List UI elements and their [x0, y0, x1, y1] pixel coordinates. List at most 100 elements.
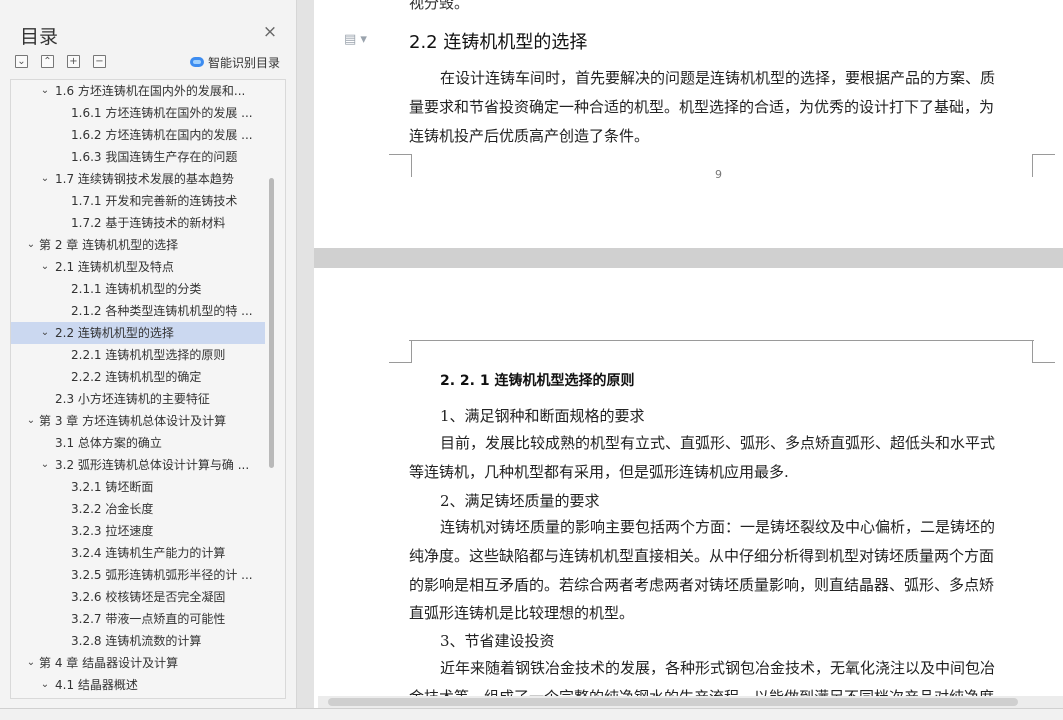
toc-item[interactable]: 1.6.3 我国连铸生产存在的问题	[11, 146, 265, 168]
toc-item-label: 3.2.8 连铸机流数的计算	[71, 634, 202, 648]
toc-item[interactable]: 3.2.6 校核铸坯是否完全凝固	[11, 586, 265, 608]
close-icon[interactable]: ×	[262, 24, 278, 41]
p1-line-2: 等连铸机，几种机型都有采用，但是弧形连铸机应用最多.	[409, 463, 789, 481]
intro-line-3: 连铸机投产后优质高产创造了条件。	[409, 127, 650, 145]
toc-item[interactable]: ⌄ 第 3 章 方坯连铸机总体设计及计算	[11, 410, 265, 432]
toc-item[interactable]: ⌄ 3.2 弧形连铸机总体设计计算与确 ...	[11, 454, 265, 476]
principle-1: 1、满足钢种和断面规格的要求	[440, 407, 645, 425]
toc-item-label: 3.2.1 铸坯断面	[71, 480, 154, 494]
toc-item-label: 1.7.1 开发和完善新的连铸技术	[71, 194, 238, 208]
toc-item-label: 4.1 结晶器概述	[55, 678, 138, 692]
p2-line-4: 直弧形连铸机是比较理想的机型。	[409, 604, 635, 622]
chevron-down-icon[interactable]: ⌄	[25, 410, 37, 432]
toc-item[interactable]: ⌄ 4.1 结晶器概述	[11, 674, 265, 696]
toc-item[interactable]: ⌄ 1.7 连续铸钢技术发展的基本趋势	[11, 168, 265, 190]
toc-item-label: 3.2.7 带液一点矫直的可能性	[71, 612, 226, 626]
toc-item[interactable]: ⌄ 第 4 章 结晶器设计及计算	[11, 652, 265, 674]
horizontal-scroll-thumb[interactable]	[328, 698, 1018, 706]
toc-item-label: 2.1 连铸机机型及特点	[55, 260, 174, 274]
word-processor-window: 目录 × ⌄ ⌃ + − 智能识别目录 ⌄ 1.6 方坯连铸机在国内外的发展和..…	[0, 0, 1063, 720]
toc-item-label: 第 3 章 方坯连铸机总体设计及计算	[39, 414, 227, 428]
principle-2: 2、满足铸坯质量的要求	[440, 492, 600, 510]
toc-item[interactable]: 3.1 总体方案的确立	[11, 432, 265, 454]
remove-heading-icon[interactable]: −	[93, 55, 106, 68]
margin-corner	[389, 154, 412, 177]
toc-item-label: 3.2.6 校核铸坯是否完全凝固	[71, 590, 226, 604]
toc-item[interactable]: 1.7.2 基于连铸技术的新材料	[11, 212, 265, 234]
toc-item[interactable]: 1.6.2 方坯连铸机在国内的发展 ...	[11, 124, 265, 146]
toc-item[interactable]: 2.2.2 连铸机机型的确定	[11, 366, 265, 388]
toc-item[interactable]: 3.2.2 冶金长度	[11, 498, 265, 520]
add-heading-icon[interactable]: +	[67, 55, 80, 68]
nav-title: 目录	[20, 26, 59, 48]
chevron-down-icon[interactable]: ⌄	[39, 256, 51, 278]
collapse-all-icon[interactable]: ⌃	[41, 55, 54, 68]
chevron-down-icon[interactable]: ⌄	[25, 234, 37, 256]
chevron-down-icon[interactable]: ⌄	[25, 652, 37, 674]
toc-item[interactable]: 2.1.1 连铸机机型的分类	[11, 278, 265, 300]
toc-item[interactable]: ⌄ 2.2 连铸机机型的选择	[11, 322, 265, 344]
toc-item[interactable]: 2.2.1 连铸机机型选择的原则	[11, 344, 265, 366]
toc-scroll-thumb[interactable]	[269, 178, 274, 468]
p1-line-1: 目前，发展比较成熟的机型有立式、直弧形、弧形、多点矫直弧形、超低头和水平式	[440, 434, 996, 452]
toc-item[interactable]: 3.2.1 铸坯断面	[11, 476, 265, 498]
toc-item-label: 2.2 连铸机机型的选择	[55, 326, 174, 340]
page-10	[314, 268, 1063, 720]
toc-item-label: 第 2 章 连铸机机型的选择	[39, 238, 179, 252]
toc-item[interactable]: 3.2.8 连铸机流数的计算	[11, 630, 265, 652]
page-number: 9	[715, 168, 722, 181]
toc-item[interactable]: 1.7.1 开发和完善新的连铸技术	[11, 190, 265, 212]
toc-item-label: 2.3 小方坯连铸机的主要特征	[55, 392, 210, 406]
toc-item[interactable]: 3.2.3 拉坯速度	[11, 520, 265, 542]
toc-item-label: 1.7.2 基于连铸技术的新材料	[71, 216, 226, 230]
intro-line-1: 在设计连铸车间时，首先要解决的问题是连铸机机型的选择，要根据产品的方案、质	[440, 69, 996, 87]
horizontal-scrollbar[interactable]	[318, 696, 1063, 708]
toc-item[interactable]: 1.6.1 方坯连铸机在国外的发展 ...	[11, 102, 265, 124]
chevron-down-icon[interactable]: ⌄	[39, 168, 51, 190]
chevron-down-icon[interactable]: ⌄	[39, 80, 51, 102]
toc-item-label: 3.2.3 拉坯速度	[71, 524, 154, 538]
previous-text-fragment: 视分毁。	[409, 0, 470, 12]
toc-item-label: 3.1 总体方案的确立	[55, 436, 162, 450]
chevron-down-icon[interactable]: ⌄	[39, 454, 51, 476]
toc-item[interactable]: 2.1.2 各种类型连铸机机型的特 ...	[11, 300, 265, 322]
margin-corner	[1032, 340, 1055, 363]
p2-line-3: 的影响是相互矛盾的。若综合两者考虑两者对铸坯质量影响，则直结晶器、弧形、多点矫	[409, 576, 995, 594]
chevron-down-icon[interactable]: ⌄	[39, 674, 51, 696]
intro-line-2: 量要求和节省投资确定一种合适的机型。机型选择的合适，为优秀的设计打下了基础，为	[409, 98, 995, 116]
toc-item-label: 3.2 弧形连铸机总体设计计算与确 ...	[55, 458, 250, 472]
toc-item[interactable]: 2.3 小方坯连铸机的主要特征	[11, 388, 265, 410]
p3-line-1: 近年来随着钢铁冶金技术的发展，各种形式钢包冶金技术，无氧化浇注以及中间包冶	[440, 659, 996, 677]
status-bar	[0, 708, 1063, 720]
toc-tree: ⌄ 1.6 方坯连铸机在国内外的发展和... 1.6.1 方坯连铸机在国外的发展 .…	[10, 79, 286, 699]
toc-item[interactable]: ⌄ 2.1 连铸机机型及特点	[11, 256, 265, 278]
toc-item-label: 1.6.3 我国连铸生产存在的问题	[71, 150, 238, 164]
toc-scrollbar[interactable]	[266, 80, 280, 698]
principle-3: 3、节省建设投资	[440, 632, 555, 650]
header-line	[409, 340, 1034, 341]
margin-corner	[1032, 154, 1055, 177]
toc-item[interactable]: 3.2.7 带液一点矫直的可能性	[11, 608, 265, 630]
p2-line-1: 连铸机对铸坯质量的影响主要包括两个方面：一是铸坯裂纹及中心偏析，二是铸坯的	[440, 518, 996, 536]
chevron-down-icon[interactable]: ⌄	[39, 322, 51, 344]
margin-corner	[389, 340, 412, 363]
document-area: 视分毁。 ▤ ▾ 2.2 连铸机机型的选择 在设计连铸车间时，首先要解决的问题是…	[297, 0, 1063, 720]
smart-toc-button[interactable]: 智能识别目录	[190, 54, 280, 70]
toc-item-label: 2.2.2 连铸机机型的确定	[71, 370, 202, 384]
toc-item[interactable]: 3.2.4 连铸机生产能力的计算	[11, 542, 265, 564]
toc-item-label: 2.1.2 各种类型连铸机机型的特 ...	[71, 304, 253, 318]
toc-item-label: 3.2.2 冶金长度	[71, 502, 154, 516]
toc-item-label: 3.2.5 弧形连铸机弧形半径的计 ...	[71, 568, 253, 582]
expand-all-icon[interactable]: ⌄	[15, 55, 28, 68]
heading-2-2: 2.2 连铸机机型的选择	[409, 32, 588, 53]
smart-toc-icon	[190, 57, 204, 67]
heading-2-2-1: 2. 2. 1 连铸机机型选择的原则	[440, 373, 635, 389]
page-gap	[314, 248, 1063, 268]
navigation-pane: 目录 × ⌄ ⌃ + − 智能识别目录 ⌄ 1.6 方坯连铸机在国内外的发展和..…	[0, 0, 297, 720]
toc-item[interactable]: ⌄ 第 2 章 连铸机机型的选择	[11, 234, 265, 256]
document-menu-icon[interactable]: ▤ ▾	[344, 32, 367, 47]
toc-item-label: 1.6 方坯连铸机在国内外的发展和...	[55, 84, 246, 98]
toc-item[interactable]: ⌄ 1.6 方坯连铸机在国内外的发展和...	[11, 80, 265, 102]
smart-toc-label: 智能识别目录	[208, 55, 281, 70]
toc-item[interactable]: 3.2.5 弧形连铸机弧形半径的计 ...	[11, 564, 265, 586]
